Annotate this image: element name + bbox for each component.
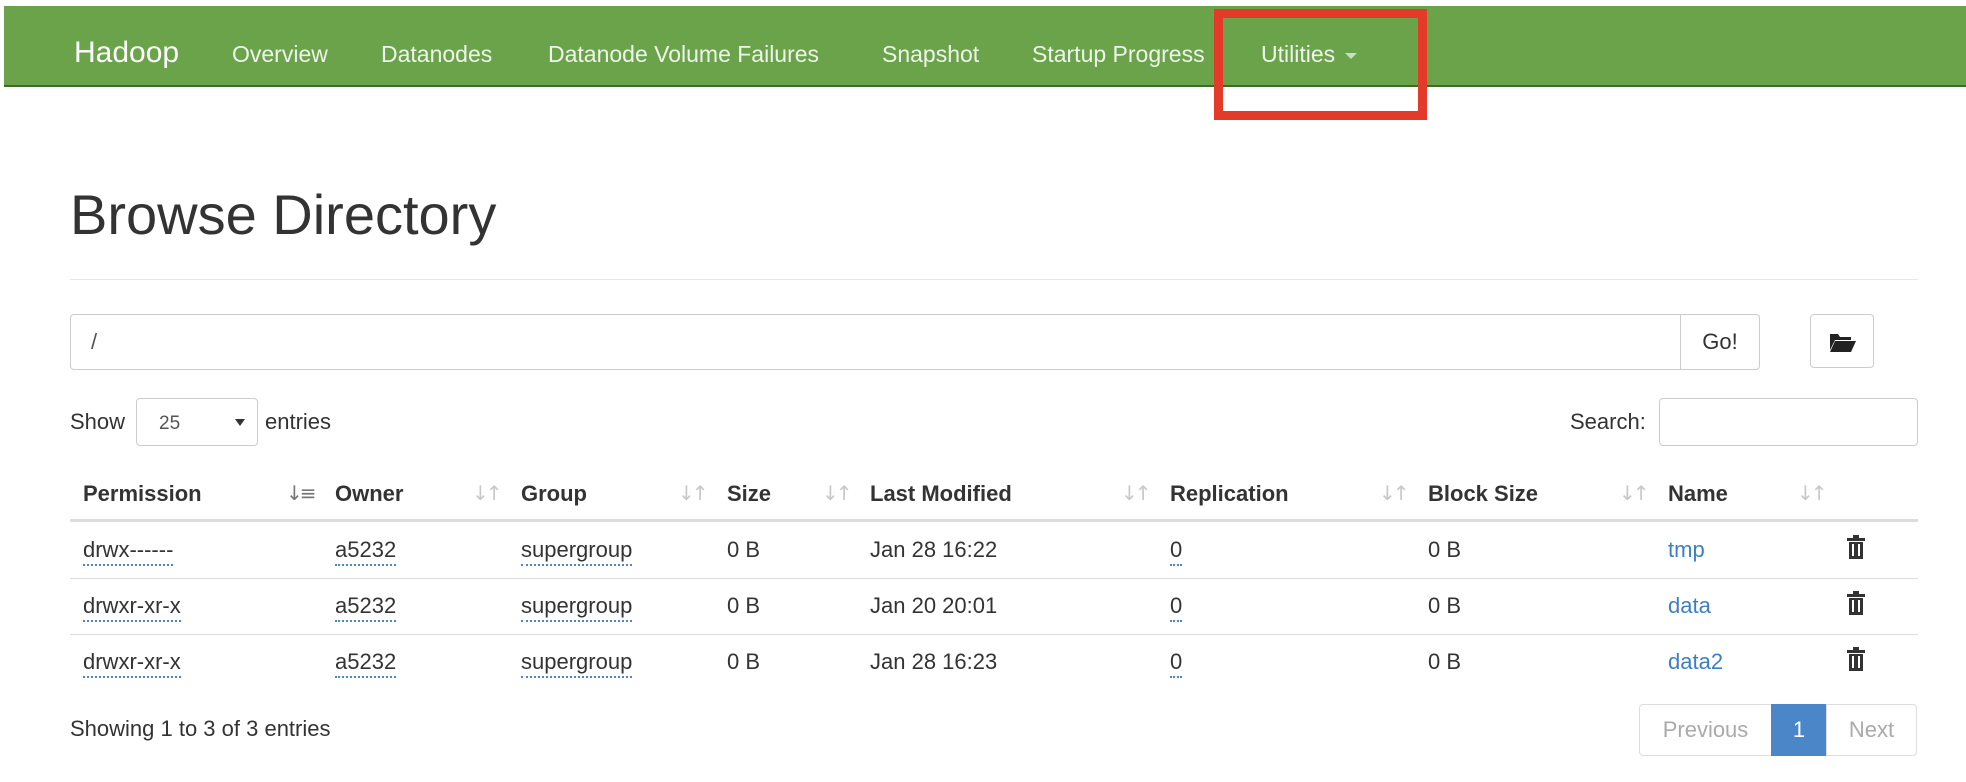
sort-icon: ↓↑ — [472, 481, 502, 505]
entries-label: entries — [265, 409, 332, 434]
nav-overview[interactable]: Overview — [232, 41, 328, 68]
trash-icon[interactable] — [1846, 591, 1866, 615]
permission-cell[interactable]: drwx------ — [83, 537, 174, 566]
entries-per-page-value: 25 — [159, 413, 181, 434]
owner-cell[interactable]: a5232 — [335, 593, 397, 622]
directory-path-input[interactable] — [70, 314, 1682, 370]
table-info-text: Showing 1 to 3 of 3 entries — [70, 716, 331, 741]
brand-link[interactable]: Hadoop — [74, 36, 179, 70]
previous-page-button[interactable]: Previous — [1639, 704, 1772, 756]
show-label: Show — [70, 409, 126, 434]
column-header-last-modified[interactable]: Last Modified — [870, 481, 1012, 507]
replication-cell[interactable]: 0 — [1170, 649, 1183, 678]
last-modified-cell: Jan 28 16:23 — [870, 649, 998, 674]
next-page-button[interactable]: Next — [1826, 704, 1917, 756]
group-cell[interactable]: supergroup — [521, 649, 633, 678]
replication-cell[interactable]: 0 — [1170, 593, 1183, 622]
column-header-size[interactable]: Size — [727, 481, 771, 507]
group-cell[interactable]: supergroup — [521, 593, 633, 622]
size-cell: 0 B — [727, 649, 761, 674]
sort-icon: ↓↑ — [1797, 481, 1827, 505]
name-link[interactable]: data — [1668, 593, 1711, 619]
title-divider — [70, 279, 1918, 280]
sort-desc-icon: ↓≡ — [286, 481, 316, 505]
nav-datanode-volume-failures[interactable]: Datanode Volume Failures — [548, 41, 819, 68]
nav-datanodes[interactable]: Datanodes — [381, 41, 492, 68]
sort-icon: ↓↑ — [1379, 481, 1409, 505]
search-input[interactable] — [1659, 398, 1918, 446]
row-divider — [70, 578, 1918, 579]
row-divider — [70, 634, 1918, 635]
sort-icon: ↓↑ — [678, 481, 708, 505]
page-1-button[interactable]: 1 — [1771, 704, 1827, 756]
name-link[interactable]: data2 — [1668, 649, 1723, 675]
folder-open-icon — [1830, 334, 1856, 352]
page-title: Browse Directory — [70, 183, 497, 246]
permission-cell[interactable]: drwxr-xr-x — [83, 593, 181, 622]
column-header-name[interactable]: Name — [1668, 481, 1728, 507]
highlight-annotation-box — [1214, 9, 1427, 120]
last-modified-cell: Jan 20 20:01 — [870, 593, 998, 618]
sort-icon: ↓↑ — [1619, 481, 1649, 505]
top-navbar: Hadoop Overview Datanodes Datanode Volum… — [4, 6, 1966, 87]
column-header-block-size[interactable]: Block Size — [1428, 481, 1538, 507]
pagination: Previous 1 Next — [1639, 704, 1917, 756]
go-button[interactable]: Go! — [1680, 314, 1760, 370]
trash-icon[interactable] — [1846, 647, 1866, 671]
block-size-cell: 0 B — [1428, 649, 1462, 674]
permission-cell[interactable]: drwxr-xr-x — [83, 649, 181, 678]
owner-cell[interactable]: a5232 — [335, 649, 397, 678]
search-label: Search: — [1570, 409, 1646, 434]
size-cell: 0 B — [727, 537, 761, 562]
last-modified-cell: Jan 28 16:22 — [870, 537, 998, 562]
size-cell: 0 B — [727, 593, 761, 618]
nav-startup-progress[interactable]: Startup Progress — [1032, 41, 1205, 68]
owner-cell[interactable]: a5232 — [335, 537, 397, 566]
table-header-divider — [70, 519, 1918, 522]
trash-icon[interactable] — [1846, 535, 1866, 559]
entries-per-page-select[interactable]: 25 — [136, 398, 258, 446]
block-size-cell: 0 B — [1428, 593, 1462, 618]
select-arrow-icon — [235, 419, 245, 426]
column-header-replication[interactable]: Replication — [1170, 481, 1289, 507]
create-directory-button[interactable] — [1810, 314, 1874, 368]
group-cell[interactable]: supergroup — [521, 537, 633, 566]
sort-icon: ↓↑ — [1121, 481, 1151, 505]
nav-snapshot[interactable]: Snapshot — [882, 41, 979, 68]
name-link[interactable]: tmp — [1668, 537, 1705, 563]
block-size-cell: 0 B — [1428, 537, 1462, 562]
replication-cell[interactable]: 0 — [1170, 537, 1183, 566]
sort-icon: ↓↑ — [822, 481, 852, 505]
column-header-group[interactable]: Group — [521, 481, 587, 507]
column-header-owner[interactable]: Owner — [335, 481, 403, 507]
column-header-permission[interactable]: Permission — [83, 481, 202, 507]
